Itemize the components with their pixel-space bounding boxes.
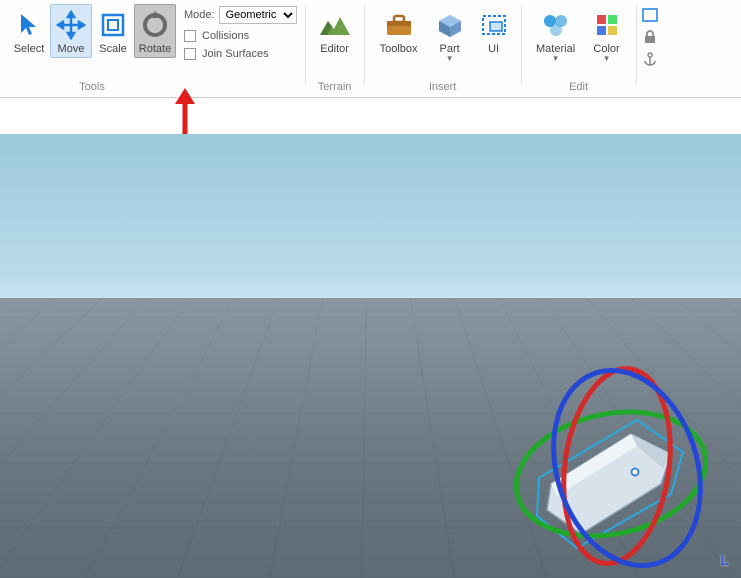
anchor-icon[interactable] — [641, 50, 659, 68]
group-insert-label: Insert — [367, 81, 519, 93]
move-button[interactable]: Move — [50, 4, 92, 58]
rotate-icon — [139, 9, 171, 41]
terrain-editor-button[interactable]: Editor — [312, 4, 358, 58]
ui-button[interactable]: UI — [473, 4, 515, 58]
collisions-checkbox[interactable]: Collisions — [184, 30, 297, 42]
rotate-gizmo[interactable] — [481, 334, 721, 574]
group-tools-label: Tools — [4, 81, 180, 93]
scale-icon — [97, 9, 129, 41]
terrain-icon — [319, 9, 351, 41]
part-button[interactable]: Part ▼ — [427, 4, 473, 66]
group-icon[interactable] — [641, 6, 659, 24]
ribbon-toolbar: Select Move Scale — [0, 0, 741, 98]
chevron-down-icon: ▼ — [446, 54, 454, 63]
cursor-icon — [13, 9, 45, 41]
divider — [521, 6, 522, 84]
toolbox-icon — [383, 9, 415, 41]
color-button[interactable]: Color ▼ — [584, 4, 630, 66]
divider — [364, 6, 365, 84]
chevron-down-icon: ▼ — [603, 54, 611, 63]
rotate-button[interactable]: Rotate — [134, 4, 176, 58]
group-edit: Material ▼ Color ▼ Edit — [524, 4, 634, 95]
select-button[interactable]: Select — [8, 4, 50, 58]
material-icon — [540, 9, 572, 41]
color-icon — [591, 9, 623, 41]
group-terrain: Editor Terrain — [308, 4, 362, 95]
group-insert: Toolbox Part ▼ UI Insert — [367, 4, 519, 95]
join-surfaces-checkbox[interactable]: Join Surfaces — [184, 48, 297, 60]
group-terrain-label: Terrain — [308, 81, 362, 93]
axis-indicator: L — [720, 552, 729, 568]
part-icon — [434, 9, 466, 41]
scale-button[interactable]: Scale — [92, 4, 134, 58]
move-icon — [55, 9, 87, 41]
group-edit-label: Edit — [524, 81, 634, 93]
mode-label: Mode: — [184, 9, 215, 21]
ui-icon — [478, 9, 510, 41]
checkbox-icon — [184, 48, 196, 60]
checkbox-icon — [184, 30, 196, 42]
ribbon-spacer — [0, 98, 741, 134]
divider — [305, 6, 306, 84]
lock-icon[interactable] — [641, 28, 659, 46]
viewport-3d[interactable]: L — [0, 134, 741, 578]
tool-options: Mode: Geometric Collisions Join Surfaces — [180, 4, 303, 60]
group-tools: Select Move Scale — [4, 4, 180, 95]
group-overflow — [639, 4, 659, 68]
divider — [636, 6, 637, 84]
mode-select[interactable]: Geometric — [219, 6, 297, 24]
toolbox-button[interactable]: Toolbox — [371, 4, 427, 58]
mode-row: Mode: Geometric — [184, 6, 297, 24]
material-button[interactable]: Material ▼ — [528, 4, 584, 66]
chevron-down-icon: ▼ — [552, 54, 560, 63]
